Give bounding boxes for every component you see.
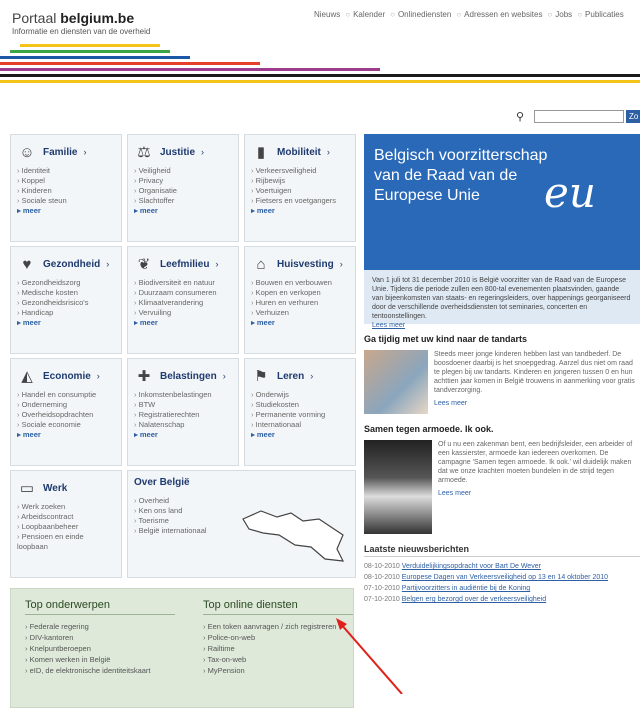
red-arrow-annotation [336, 618, 403, 694]
